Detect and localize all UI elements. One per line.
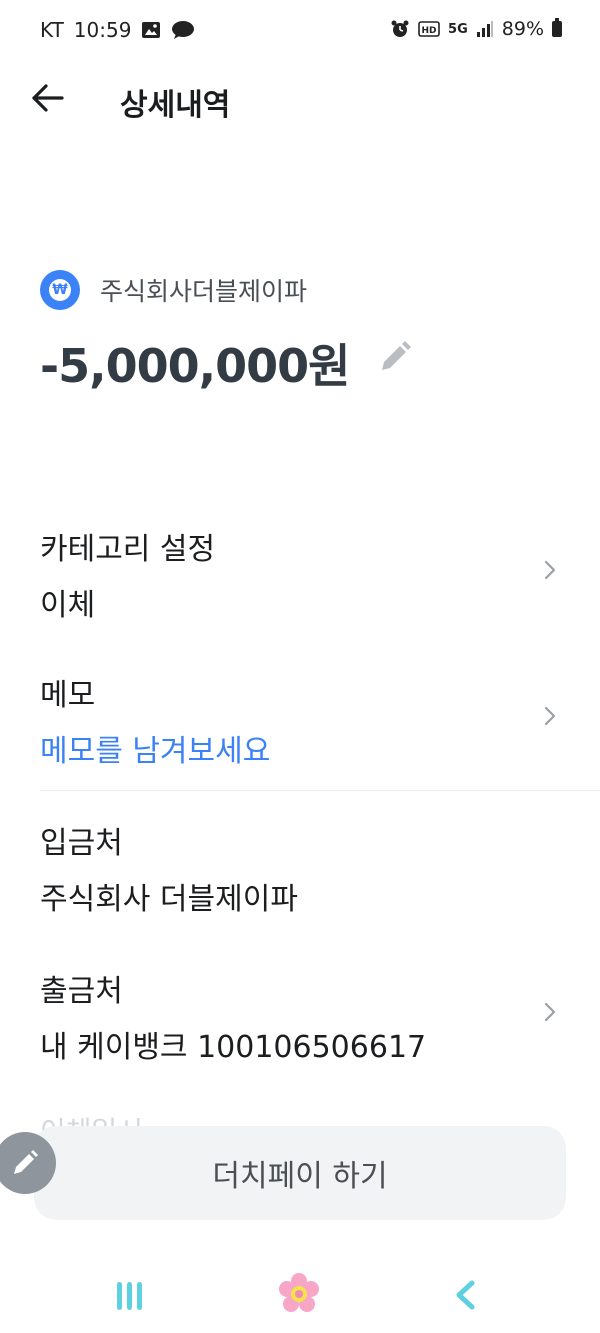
depositor-label: 입금처	[40, 826, 123, 861]
category-label: 카테고리 설정	[40, 532, 216, 567]
memo-row[interactable]: 메모 메모를 남겨보세요	[40, 670, 560, 770]
memo-label: 메모	[40, 678, 96, 713]
signal-icon	[476, 21, 493, 37]
merchant-name: 주식회사더블제이파	[100, 277, 308, 306]
flower-home-icon	[279, 1273, 319, 1312]
chevron-right-icon	[544, 1002, 556, 1022]
recent-apps-button[interactable]	[115, 1280, 145, 1312]
hd-icon: HD	[418, 21, 440, 37]
svg-text:HD: HD	[422, 26, 437, 36]
depositor-row: 입금처 주식회사 더블제이파	[40, 818, 560, 918]
dutch-pay-button[interactable]: 더치페이 하기	[34, 1126, 566, 1220]
page-title: 상세내역	[120, 88, 231, 123]
app-header: 상세내역	[0, 60, 600, 140]
merchant-logo: ₩	[40, 270, 80, 310]
category-row[interactable]: 카테고리 설정 이체	[40, 524, 560, 624]
chevron-left-icon	[456, 1280, 475, 1310]
status-right: HD 5G 89%	[390, 18, 562, 40]
system-nav-bar	[0, 1250, 600, 1333]
recent-apps-icon	[117, 1282, 142, 1310]
section-divider	[40, 790, 600, 791]
withdrawal-value: 내 케이뱅크 100106506617	[40, 1030, 427, 1065]
alarm-icon	[391, 20, 409, 37]
status-left: KT 10:59	[40, 18, 195, 42]
battery-icon	[552, 18, 562, 37]
back-button[interactable]	[24, 74, 72, 122]
pencil-icon	[382, 341, 411, 370]
5g-icon: 5G	[448, 21, 468, 37]
carrier-label: KT	[40, 18, 64, 42]
dutch-pay-label: 더치페이 하기	[212, 1159, 388, 1194]
won-icon: ₩	[49, 279, 71, 301]
merchant-info: ₩ 주식회사더블제이파	[40, 270, 307, 310]
arrow-left-icon	[32, 84, 64, 112]
category-value: 이체	[40, 588, 96, 623]
system-back-button[interactable]	[452, 1280, 480, 1310]
chevron-right-icon	[544, 560, 556, 580]
memo-placeholder: 메모를 남겨보세요	[40, 734, 271, 769]
clock: 10:59	[73, 18, 132, 42]
withdrawal-label: 출금처	[40, 974, 123, 1009]
pencil-icon	[14, 1150, 38, 1174]
withdrawal-row[interactable]: 출금처 내 케이뱅크 100106506617	[40, 966, 560, 1066]
edit-amount-button[interactable]	[378, 340, 412, 374]
battery-percent: 89%	[501, 18, 544, 40]
transaction-amount: -5,000,000원	[40, 339, 350, 393]
chevron-right-icon	[544, 706, 556, 726]
depositor-value: 주식회사 더블제이파	[40, 882, 298, 917]
home-button[interactable]	[276, 1272, 322, 1318]
image-icon	[142, 22, 161, 38]
chat-bubble-icon	[172, 21, 195, 39]
status-bar: KT 10:59 HD 5G 89%	[0, 0, 600, 60]
